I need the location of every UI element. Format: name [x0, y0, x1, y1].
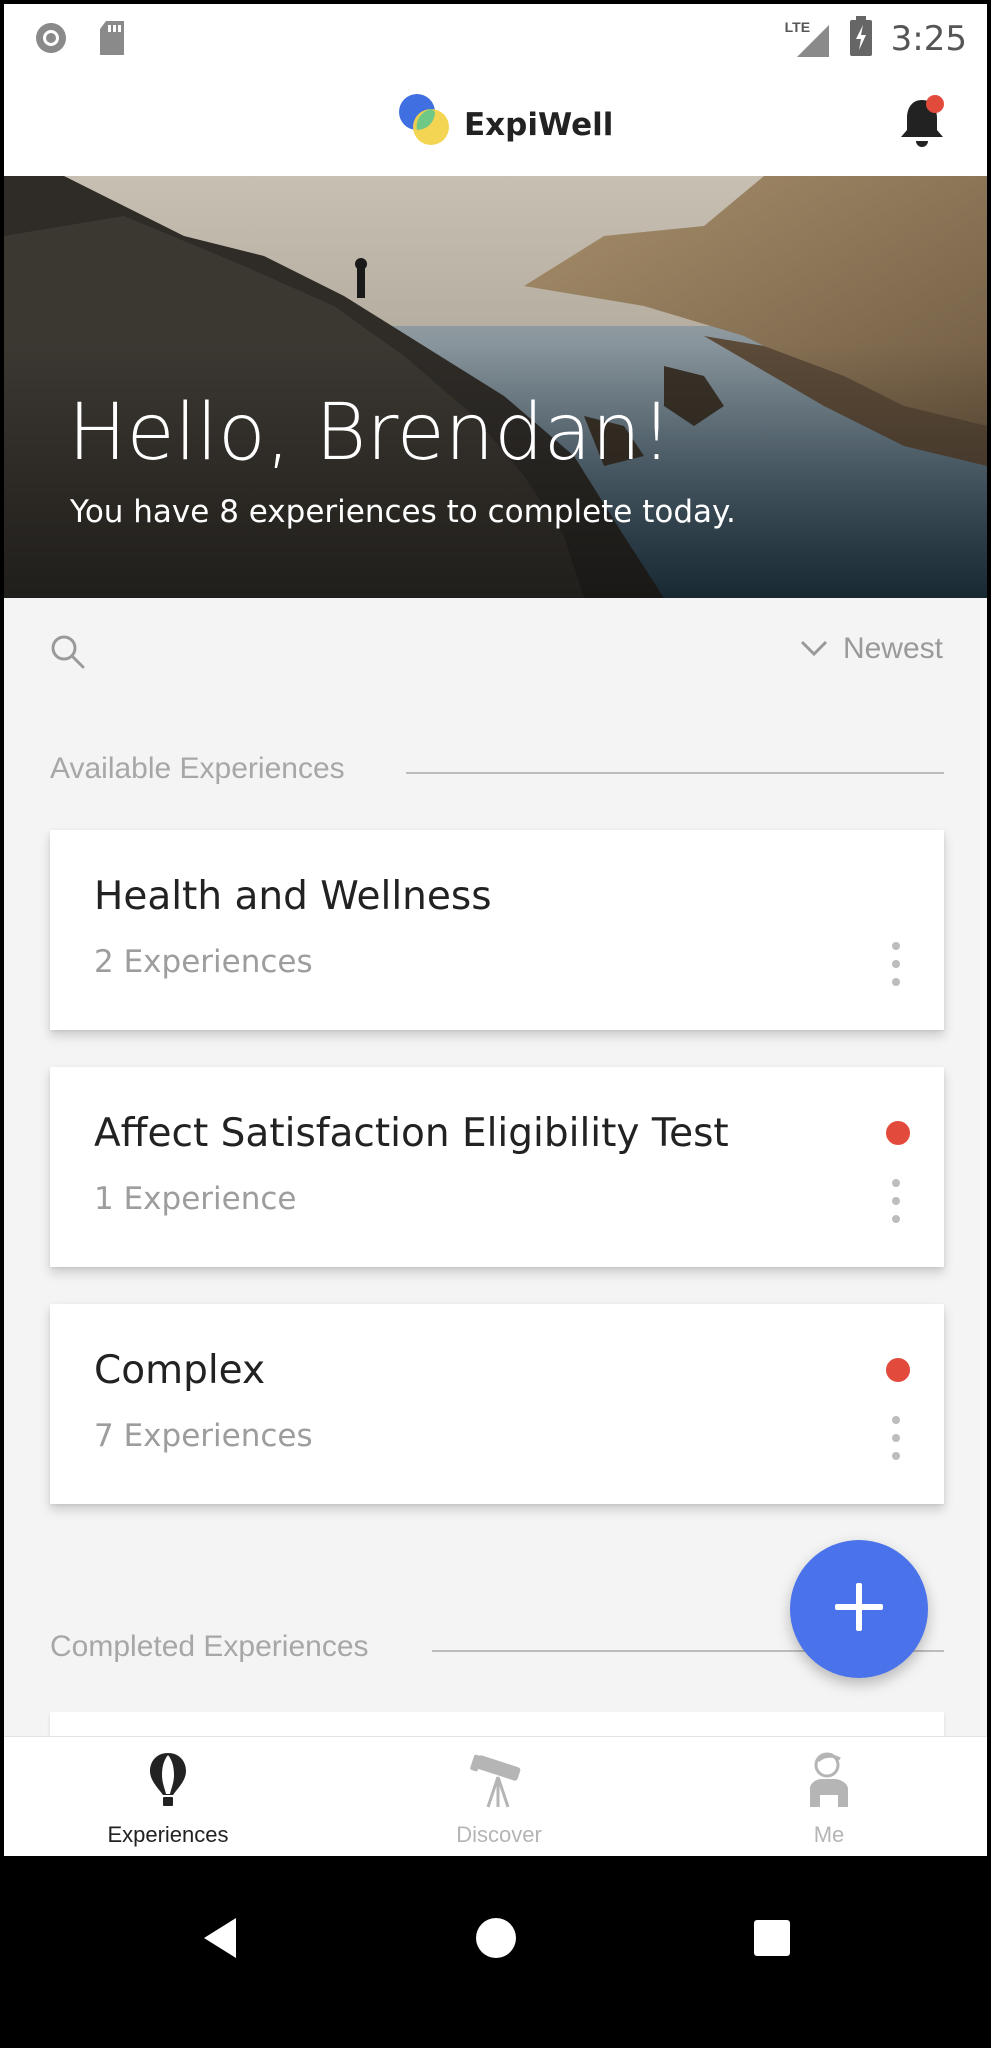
unread-dot-icon: [886, 1358, 910, 1382]
plus-icon: [831, 1579, 887, 1640]
experience-card[interactable]: Affect Satisfaction Eligibility Test 1 E…: [50, 1067, 944, 1267]
nav-label: Discover: [456, 1822, 542, 1847]
app-title: ExpiWell: [464, 107, 614, 143]
hero-banner: Hello, Brendan! You have 8 experiences t…: [4, 176, 987, 598]
app-bar: ExpiWell: [4, 70, 987, 176]
bell-icon[interactable]: [897, 94, 947, 150]
chevron-down-icon: [799, 632, 829, 666]
card-subtitle: 2 Experiences: [94, 944, 313, 980]
card-title: Complex: [94, 1348, 266, 1393]
more-options-icon[interactable]: [884, 1416, 908, 1460]
sort-dropdown[interactable]: Newest: [799, 632, 943, 666]
section-divider: [406, 772, 944, 774]
list-toolbar: Newest: [4, 598, 987, 708]
nav-label: Me: [813, 1822, 845, 1847]
telescope-icon: [470, 1751, 528, 1814]
card-subtitle: 7 Experiences: [94, 1418, 313, 1454]
greeting-subtitle: You have 8 experiences to complete today…: [70, 494, 736, 530]
person-icon: [804, 1751, 854, 1814]
recents-icon[interactable]: [752, 1918, 792, 1963]
status-bar: LTE 3:25: [4, 4, 987, 70]
nav-tab-discover[interactable]: Discover: [399, 1751, 599, 1848]
experience-card[interactable]: Complex 7 Experiences: [50, 1304, 944, 1504]
battery-charging-icon: [849, 16, 873, 61]
section-header-completed: Completed Experiences: [50, 1630, 369, 1663]
card-subtitle: 1 Experience: [94, 1181, 297, 1217]
nav-label: Experiences: [107, 1822, 229, 1847]
system-navigation-bar: [0, 1856, 991, 2048]
status-time: 3:25: [890, 18, 967, 59]
bottom-navigation: Experiences Discover Me: [4, 1736, 987, 1856]
search-icon[interactable]: [48, 632, 88, 672]
nav-tab-me[interactable]: Me: [729, 1751, 929, 1848]
section-header-available: Available Experiences: [50, 752, 345, 785]
greeting-title: Hello, Brendan!: [68, 388, 673, 478]
app-logo: ExpiWell: [394, 90, 613, 150]
sort-label: Newest: [842, 632, 943, 665]
add-experience-button[interactable]: [790, 1540, 928, 1678]
back-icon[interactable]: [200, 1916, 240, 1965]
hero-landscape-image: [4, 176, 987, 598]
signal-icon: LTE: [785, 19, 831, 59]
experience-card[interactable]: Health and Wellness 2 Experiences: [50, 830, 944, 1030]
home-icon[interactable]: [474, 1916, 518, 1965]
circle-notification-icon: [34, 21, 68, 60]
sd-card-icon: [98, 21, 126, 60]
expiwell-logo-icon: [394, 90, 454, 150]
nav-tab-experiences[interactable]: Experiences: [68, 1751, 268, 1848]
unread-dot-icon: [886, 1121, 910, 1145]
more-options-icon[interactable]: [884, 942, 908, 986]
card-title: Health and Wellness: [94, 874, 492, 919]
network-type-label: LTE: [784, 18, 811, 35]
hot-air-balloon-icon: [147, 1751, 189, 1814]
card-title: Affect Satisfaction Eligibility Test: [94, 1111, 729, 1156]
app-screen: LTE 3:25 ExpiWell Hello, Brendan! You ha…: [4, 4, 987, 1856]
device-frame: LTE 3:25 ExpiWell Hello, Brendan! You ha…: [0, 0, 991, 2048]
more-options-icon[interactable]: [884, 1179, 908, 1223]
